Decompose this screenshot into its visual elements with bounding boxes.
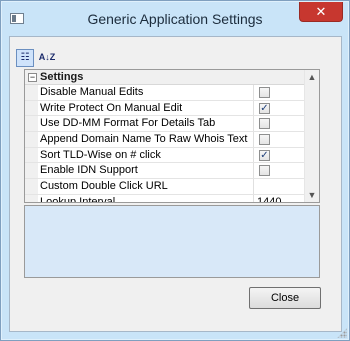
title-bar[interactable]: Generic Application Settings ✕	[1, 1, 349, 36]
alphabetical-sort-button[interactable]: A↓Z	[38, 49, 56, 67]
property-name: Disable Manual Edits	[40, 86, 144, 98]
property-checkbox[interactable]	[259, 87, 270, 98]
row-gutter	[25, 147, 38, 163]
property-checkbox[interactable]: ✓	[259, 102, 270, 114]
scroll-down-icon[interactable]: ▼	[305, 190, 319, 200]
close-button[interactable]: Close	[249, 287, 321, 309]
column-divider[interactable]	[253, 85, 254, 100]
category-label: Settings	[40, 71, 84, 83]
row-gutter	[25, 194, 38, 202]
row-gutter	[25, 179, 38, 194]
column-divider[interactable]	[253, 194, 254, 202]
scroll-up-icon[interactable]: ▲	[305, 72, 319, 82]
property-checkbox[interactable]	[259, 165, 270, 177]
property-row[interactable]: Disable Manual Edits	[25, 85, 305, 101]
description-panel	[24, 205, 320, 278]
column-divider[interactable]	[253, 116, 254, 132]
column-divider[interactable]	[253, 147, 254, 163]
property-grid: − Settings Disable Manual Edits Write Pro…	[24, 69, 320, 203]
alphabetical-sort-icon: A↓Z	[38, 52, 56, 62]
property-checkbox[interactable]: ✓	[259, 149, 270, 161]
property-row[interactable]: Lookup Interval 1440	[25, 194, 305, 203]
row-gutter	[25, 100, 38, 116]
property-name: Append Domain Name To Raw Whois Text	[40, 133, 248, 146]
property-name: Write Protect On Manual Edit	[40, 101, 183, 114]
property-row[interactable]: Enable IDN Support	[25, 163, 305, 180]
property-row[interactable]: Use DD-MM Format For Details Tab	[25, 116, 305, 133]
row-gutter	[25, 132, 38, 147]
property-name: Enable IDN Support	[40, 164, 138, 177]
vertical-scrollbar[interactable]: ▲ ▼	[304, 70, 319, 202]
row-gutter	[25, 116, 38, 132]
window-title: Generic Application Settings	[87, 11, 263, 27]
row-gutter	[25, 163, 38, 179]
property-value[interactable]: 1440	[257, 196, 281, 202]
column-divider[interactable]	[253, 163, 254, 179]
property-name: Use DD-MM Format For Details Tab	[40, 117, 216, 130]
categorized-view-button[interactable]: ☷	[16, 49, 34, 67]
property-checkbox[interactable]	[259, 134, 270, 146]
property-checkbox[interactable]	[259, 118, 270, 130]
collapse-icon[interactable]: −	[28, 73, 37, 82]
property-row[interactable]: Custom Double Click URL	[25, 179, 305, 195]
column-divider[interactable]	[253, 100, 254, 116]
close-icon: ✕	[315, 4, 327, 19]
property-row[interactable]: Append Domain Name To Raw Whois Text	[25, 132, 305, 148]
property-row[interactable]: Sort TLD-Wise on # click ✓	[25, 147, 305, 164]
property-rows: Disable Manual Edits Write Protect On Man…	[25, 85, 305, 203]
close-window-button[interactable]: ✕	[299, 2, 343, 22]
row-gutter	[25, 85, 38, 100]
property-name: Lookup Interval	[40, 195, 116, 203]
property-name: Sort TLD-Wise on # click	[40, 148, 161, 161]
column-divider[interactable]	[253, 132, 254, 147]
property-name: Custom Double Click URL	[40, 180, 168, 193]
category-row-settings[interactable]: − Settings	[25, 70, 305, 85]
categorized-view-icon: ☷	[20, 52, 30, 63]
property-row[interactable]: Write Protect On Manual Edit ✓	[25, 100, 305, 117]
column-divider[interactable]	[253, 179, 254, 194]
